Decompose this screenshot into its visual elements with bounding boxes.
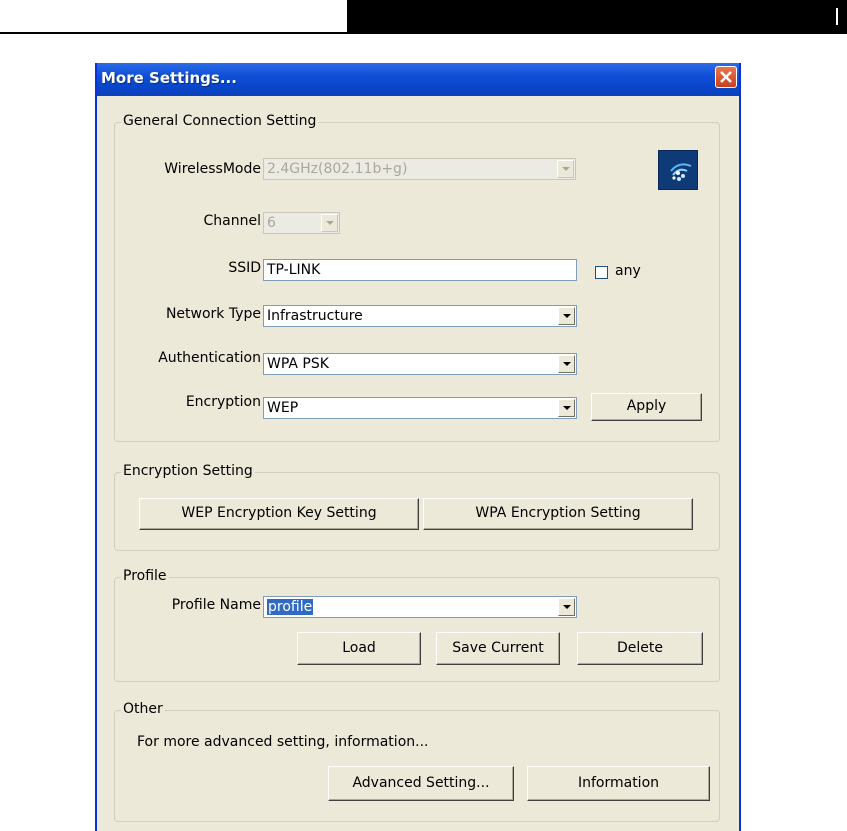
encryption-setting-legend: Encryption Setting xyxy=(121,463,255,479)
page-header-mark xyxy=(836,8,838,25)
authentication-label: Authentication xyxy=(158,350,261,366)
more-settings-dialog: More Settings... General Connection Sett… xyxy=(95,63,741,831)
chevron-down-icon xyxy=(558,355,575,373)
wireless-mode-select[interactable]: 2.4GHz(802.11b+g) xyxy=(263,158,576,180)
network-type-value: Infrastructure xyxy=(267,308,363,324)
profile-name-select[interactable]: profile xyxy=(263,596,577,618)
chevron-down-icon xyxy=(558,598,575,616)
ssid-input[interactable]: TP-LINK xyxy=(263,259,577,281)
wireless-icon xyxy=(658,150,698,190)
chevron-down-icon xyxy=(321,214,338,232)
authentication-select[interactable]: WPA PSK xyxy=(263,353,577,375)
delete-button[interactable]: Delete xyxy=(577,632,703,665)
network-type-label: Network Type xyxy=(165,306,261,322)
other-legend: Other xyxy=(121,701,165,717)
wireless-mode-label: WirelessMode xyxy=(164,161,261,177)
any-checkbox[interactable] xyxy=(595,266,608,279)
ssid-value: TP-LINK xyxy=(267,262,321,278)
encryption-label: Encryption xyxy=(185,394,261,410)
chevron-down-icon xyxy=(558,307,575,325)
profile-name-label: Profile Name xyxy=(171,597,261,613)
title-bar[interactable]: More Settings... xyxy=(97,63,739,96)
encryption-select[interactable]: WEP xyxy=(263,397,577,419)
authentication-value: WPA PSK xyxy=(267,356,329,372)
channel-select[interactable]: 6 xyxy=(263,212,340,234)
ssid-label: SSID xyxy=(228,260,261,276)
chevron-down-icon xyxy=(557,160,574,178)
wpa-encryption-setting-button[interactable]: WPA Encryption Setting xyxy=(423,498,693,530)
channel-label: Channel xyxy=(203,213,261,229)
network-type-select[interactable]: Infrastructure xyxy=(263,305,577,327)
general-connection-group: General Connection Setting WirelessMode … xyxy=(114,113,720,442)
apply-button[interactable]: Apply xyxy=(591,393,702,421)
encryption-value: WEP xyxy=(267,400,299,416)
channel-value: 6 xyxy=(267,215,276,231)
profile-group: Profile Profile Name profile Load Save C… xyxy=(114,568,720,682)
profile-legend: Profile xyxy=(121,568,169,584)
any-label: any xyxy=(615,263,641,279)
encryption-setting-group: Encryption Setting WEP Encryption Key Se… xyxy=(114,463,720,551)
information-button[interactable]: Information xyxy=(527,766,710,801)
other-description: For more advanced setting, information..… xyxy=(137,734,429,750)
load-button[interactable]: Load xyxy=(297,632,421,665)
chevron-down-icon xyxy=(558,399,575,417)
other-group: Other For more advanced setting, informa… xyxy=(114,701,720,822)
profile-name-value: profile xyxy=(267,599,314,615)
page-header-rule xyxy=(0,32,347,34)
close-icon xyxy=(720,71,732,83)
page-header-bar xyxy=(347,0,847,34)
save-current-button[interactable]: Save Current xyxy=(436,632,560,665)
window-title: More Settings... xyxy=(101,69,237,87)
advanced-setting-button[interactable]: Advanced Setting... xyxy=(328,766,514,801)
wep-encryption-key-button[interactable]: WEP Encryption Key Setting xyxy=(139,498,419,530)
close-button[interactable] xyxy=(715,66,737,88)
general-connection-legend: General Connection Setting xyxy=(121,113,319,129)
wireless-mode-value: 2.4GHz(802.11b+g) xyxy=(267,161,408,177)
